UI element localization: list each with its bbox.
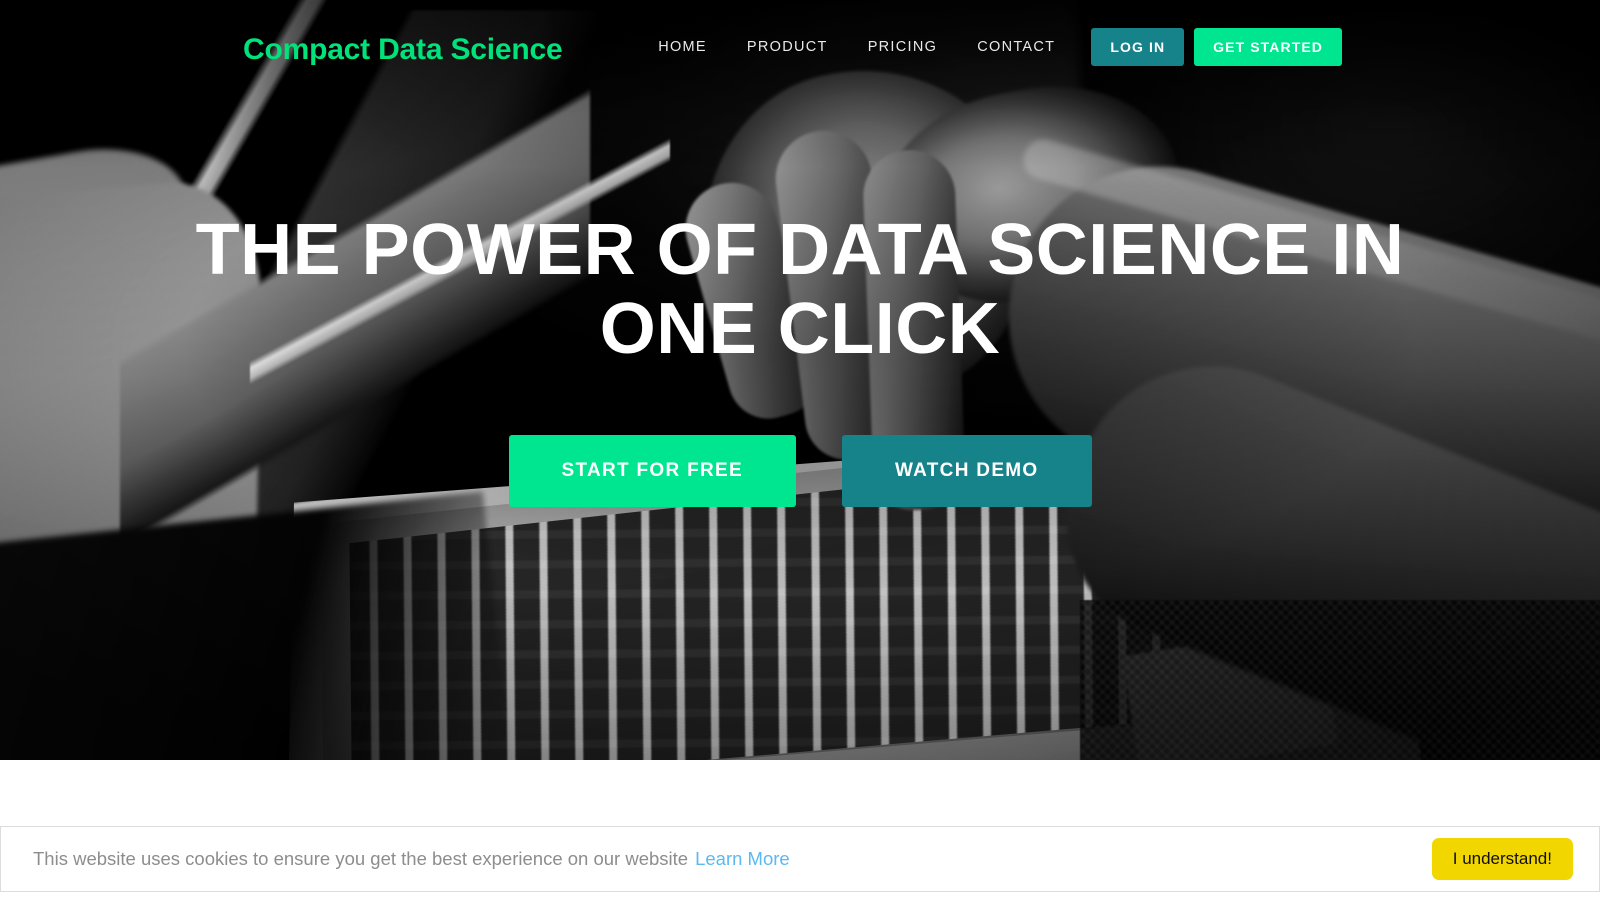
nav-item-pricing[interactable]: PRICING [848, 39, 958, 55]
log-in-button[interactable]: LOG IN [1091, 28, 1185, 66]
hero-section: Compact Data Science HOME PRODUCT PRICIN… [0, 0, 1600, 760]
cookie-learn-more-link[interactable]: Learn More [695, 848, 790, 870]
watch-demo-button[interactable]: WATCH DEMO [841, 435, 1092, 508]
nav-item-home[interactable]: HOME [638, 39, 727, 55]
brand-logo[interactable]: Compact Data Science [243, 33, 563, 67]
start-for-free-button[interactable]: START FOR FREE [508, 435, 796, 508]
get-started-button[interactable]: GET STARTED [1194, 28, 1342, 66]
hero-content: THE POWER OF DATA SCIENCE IN ONE CLICK S… [0, 0, 1600, 760]
hero-cta-group: START FOR FREE WATCH DEMO [508, 435, 1092, 508]
nav-menu: HOME PRODUCT PRICING CONTACT LOG IN GET … [638, 28, 1342, 66]
nav-item-product[interactable]: PRODUCT [727, 39, 848, 55]
cookie-consent-banner: This website uses cookies to ensure you … [0, 826, 1600, 892]
cookie-accept-button[interactable]: I understand! [1431, 838, 1573, 880]
hero-headline: THE POWER OF DATA SCIENCE IN ONE CLICK [195, 209, 1405, 369]
navbar: Compact Data Science HOME PRODUCT PRICIN… [0, 0, 1600, 96]
page-root: Compact Data Science HOME PRODUCT PRICIN… [0, 0, 1600, 900]
nav-item-contact[interactable]: CONTACT [957, 39, 1075, 55]
cookie-message: This website uses cookies to ensure you … [33, 848, 689, 869]
